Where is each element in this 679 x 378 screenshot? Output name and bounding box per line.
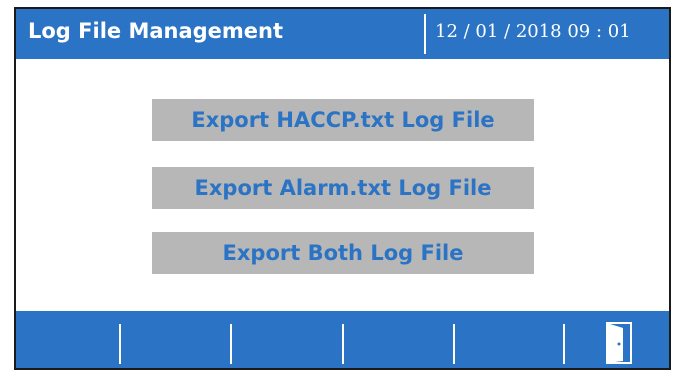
page-title: Log File Management [28,19,284,43]
date-time-display: 12 / 01 / 2018 09 : 01 [435,21,631,42]
footer-bar [16,311,669,368]
footer-separator [342,324,344,364]
footer-separator [453,324,455,364]
title-bar: Log File Management 12 / 01 / 2018 09 : … [16,9,669,59]
exit-door-icon[interactable] [605,321,635,365]
hmi-screen: Log File Management 12 / 01 / 2018 09 : … [14,7,671,370]
export-both-button[interactable]: Export Both Log File [152,232,534,274]
footer-separator [119,324,121,364]
footer-separator [563,324,565,364]
export-alarm-button[interactable]: Export Alarm.txt Log File [152,167,534,209]
export-haccp-button[interactable]: Export HACCP.txt Log File [152,99,534,141]
footer-separator [230,324,232,364]
header-divider [424,14,426,54]
